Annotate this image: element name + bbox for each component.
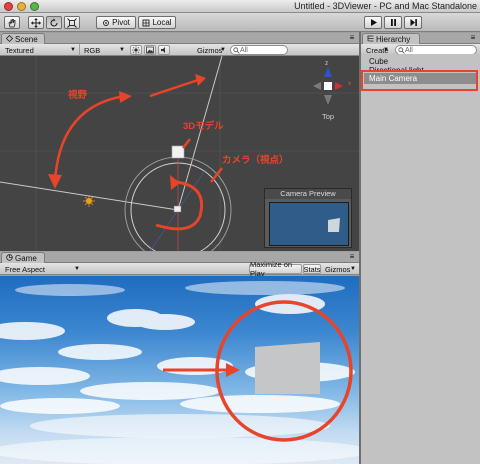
color-mode-dropdown[interactable]: RGB ▼: [81, 45, 127, 55]
divider: [79, 44, 80, 56]
camera-preview-image: [269, 202, 349, 246]
image-icon: [146, 46, 154, 54]
pause-button[interactable]: [384, 16, 402, 29]
tab-game[interactable]: Game: [1, 252, 45, 263]
main-camera-highlight-box: [361, 70, 478, 91]
local-space-icon: [142, 19, 150, 26]
search-icon: [398, 46, 405, 54]
main-toolbar: Pivot Local: [0, 13, 480, 32]
gizmo-axis-x: x: [348, 80, 352, 87]
close-window-button[interactable]: [4, 2, 13, 11]
chevron-down-icon: ▼: [119, 47, 125, 53]
scene-tab-icon: [5, 34, 14, 44]
hierarchy-tab-icon: [367, 35, 374, 44]
scale-icon: [67, 17, 77, 28]
zoom-window-button[interactable]: [30, 2, 39, 11]
pause-icon: [390, 19, 396, 26]
maximize-on-play-toggle[interactable]: Maximize on Play: [249, 260, 302, 278]
scene-search-input[interactable]: All: [230, 45, 288, 55]
play-button[interactable]: [364, 16, 382, 29]
scene-image-toggle[interactable]: [144, 45, 156, 55]
game-controlbar: Free Aspect ▼ Maximize on Play Stats Giz…: [0, 260, 359, 278]
tab-hierarchy[interactable]: Hierarchy: [362, 33, 420, 44]
sun-icon: [132, 46, 140, 54]
rendered-cube: [255, 342, 320, 394]
cube-object: [171, 145, 185, 159]
hierarchy-item-cube[interactable]: Cube: [369, 57, 388, 66]
scene-controlbar: Textured ▼ RGB ▼ Gizmos ▼ All: [0, 44, 359, 56]
scene-panel-menu-icon[interactable]: ≡: [347, 33, 357, 43]
game-viewport[interactable]: [0, 276, 359, 464]
stats-toggle[interactable]: Stats: [303, 264, 321, 274]
tab-scene[interactable]: Scene: [1, 33, 45, 44]
speaker-icon: [161, 47, 165, 53]
scene-search-placeholder: All: [240, 46, 248, 54]
rotate-icon: [50, 18, 58, 27]
game-tabstrip: [0, 252, 359, 263]
pivot-toggle[interactable]: Pivot: [96, 16, 136, 29]
fov-annotation-label: 視野: [68, 90, 88, 101]
rotate-tool-button[interactable]: [46, 16, 62, 29]
scene-audio-toggle[interactable]: [158, 45, 170, 55]
camera-preview: Camera Preview: [264, 188, 352, 248]
chevron-down-icon: ▼: [70, 47, 76, 53]
game-graphics: [0, 281, 359, 464]
gizmos-label: Gizmos: [197, 45, 223, 55]
local-toggle[interactable]: Local: [138, 16, 176, 29]
chevron-down-icon: ▼: [350, 266, 356, 272]
scene-tab-label: Scene: [15, 34, 38, 44]
camera-annotation-label: カメラ（視点）: [222, 155, 289, 166]
hierarchy-search-placeholder: All: [405, 46, 413, 54]
aspect-value: Free Aspect: [5, 264, 46, 274]
scene-lighting-toggle[interactable]: [130, 45, 142, 55]
chevron-down-icon: ▼: [220, 47, 226, 53]
game-gizmos-label: Gizmos: [325, 264, 351, 274]
game-panel-menu-icon[interactable]: ≡: [347, 252, 357, 262]
game-tab-label: Game: [15, 253, 37, 263]
render-mode-value: Textured: [5, 45, 34, 55]
move-arrows-icon: [31, 17, 41, 28]
stats-label: Stats: [303, 264, 321, 274]
search-icon: [233, 46, 240, 54]
camera-object-icon: [173, 205, 182, 213]
render-mode-dropdown[interactable]: Textured ▼: [2, 45, 78, 55]
camera-preview-title: Camera Preview: [265, 189, 351, 199]
pivot-label: Pivot: [112, 18, 130, 27]
step-forward-icon: [410, 19, 417, 26]
play-icon: [370, 19, 377, 26]
pivot-icon: [103, 19, 110, 26]
view-orientation-gizmo[interactable]: [313, 67, 343, 105]
hierarchy-tab-label: Hierarchy: [376, 34, 411, 44]
color-mode-value: RGB: [84, 45, 101, 55]
model-annotation-label: 3Dモデル: [183, 121, 224, 132]
window-title: Untitled - 3DViewer - PC and Mac Standal…: [294, 1, 477, 11]
view-label: Top: [322, 112, 335, 121]
gizmo-axis-z: z: [325, 60, 329, 67]
hierarchy-list: Cube Directional light Main Camera: [361, 54, 480, 464]
chevron-down-icon: ▼: [383, 47, 389, 53]
aspect-dropdown[interactable]: Free Aspect ▼: [2, 264, 82, 274]
scale-tool-button[interactable]: [64, 16, 80, 29]
move-tool-button[interactable]: [28, 16, 44, 29]
minimize-window-button[interactable]: [17, 2, 26, 11]
gizmos-dropdown[interactable]: Gizmos ▼: [194, 45, 228, 55]
game-gizmos-dropdown[interactable]: Gizmos ▼: [322, 264, 358, 274]
game-tab-icon: [6, 253, 13, 263]
hand-tool-button[interactable]: [4, 16, 20, 29]
fov-annotation-arrow: [53, 94, 126, 182]
step-button[interactable]: [404, 16, 422, 29]
local-label: Local: [152, 18, 172, 27]
chevron-down-icon: ▼: [74, 266, 80, 272]
hand-icon: [8, 18, 16, 27]
scene-tabstrip: [0, 33, 359, 44]
hierarchy-panel-menu-icon[interactable]: ≡: [468, 33, 478, 43]
window-titlebar: Untitled - 3DViewer - PC and Mac Standal…: [0, 0, 480, 13]
